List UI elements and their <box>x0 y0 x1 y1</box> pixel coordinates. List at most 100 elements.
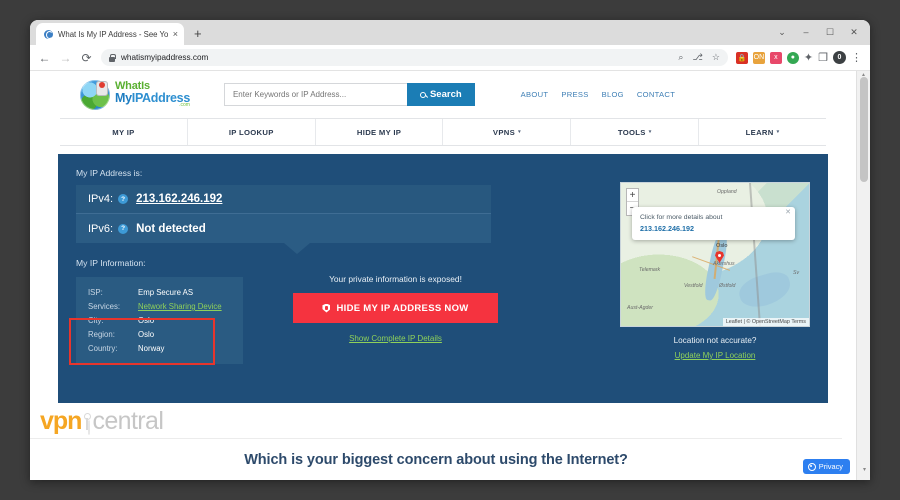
zoom-icon[interactable]: ⌕ <box>678 52 683 63</box>
info-value: Norway <box>138 344 165 353</box>
search-button[interactable]: Search <box>406 83 475 106</box>
page-viewport: WhatIs MyIPAddress .com Search AB <box>30 71 870 480</box>
location-note: Location not accurate? Update My IP Loca… <box>620 336 810 363</box>
cta-column: Your private information is exposed! HID… <box>293 274 498 346</box>
new-tab-button[interactable]: + <box>194 26 202 41</box>
ipv4-value[interactable]: 213.162.246.192 <box>136 193 222 205</box>
bottom-section: Which is your biggest concern about usin… <box>30 438 842 480</box>
nav-label: MY IP <box>112 127 135 137</box>
top-link-blog[interactable]: BLOG <box>602 90 624 99</box>
bookmark-star-icon[interactable]: ☆ <box>712 52 720 63</box>
hide-my-ip-label: HIDE MY IP ADDRESS NOW <box>336 302 469 314</box>
ip-information-box: ISP: Emp Secure AS Services: Network Sha… <box>69 277 243 365</box>
extension-icon-red[interactable]: 🔒 <box>735 51 748 64</box>
show-complete-ip-details-link[interactable]: Show Complete IP Details <box>349 334 442 343</box>
update-location-link[interactable]: Update My IP Location <box>675 351 756 360</box>
chevron-down-icon[interactable]: ⌄ <box>770 23 794 41</box>
omnibox-icons: ⌕ ⎇ ☆ <box>678 52 720 63</box>
info-row-city: City: Oslo <box>88 314 231 328</box>
address-bar[interactable]: whatismyipaddress.com ⌕ ⎇ ☆ <box>101 49 728 66</box>
location-map[interactable]: + − Oppland Oslo Akershus Telemark Vestf… <box>620 182 810 327</box>
chevron-down-icon: ▾ <box>776 129 780 135</box>
browser-tab[interactable]: What Is My IP Address - See You... × <box>36 23 184 45</box>
maximize-button[interactable]: ☐ <box>818 23 842 41</box>
lock-icon <box>109 53 116 62</box>
browser-window: What Is My IP Address - See You... × + ⌄… <box>30 20 870 480</box>
top-link-contact[interactable]: CONTACT <box>637 90 675 99</box>
close-popup-icon[interactable]: ✕ <box>785 208 791 216</box>
privacy-badge[interactable]: Privacy <box>802 459 850 474</box>
extension-icon-pink[interactable]: x <box>769 51 782 64</box>
info-key: Services: <box>88 302 121 311</box>
extension-icon-green[interactable]: ● <box>786 51 799 64</box>
info-value: Emp Secure AS <box>138 288 194 297</box>
speech-bubble-notch <box>284 243 310 254</box>
info-key: Region: <box>88 330 115 339</box>
profile-avatar[interactable]: 0 <box>833 51 846 64</box>
share-icon[interactable]: ⎇ <box>692 52 702 63</box>
info-value: Oslo <box>138 330 155 339</box>
top-link-press[interactable]: PRESS <box>561 90 588 99</box>
search-input[interactable] <box>223 83 407 106</box>
nav-label: IP LOOKUP <box>228 127 274 137</box>
info-value-link[interactable]: Network Sharing Device <box>138 300 222 314</box>
top-link-about[interactable]: ABOUT <box>521 90 549 99</box>
map-popup: ✕ Click for more details about 213.162.2… <box>632 207 795 240</box>
site-search: Search <box>223 83 475 106</box>
privacy-caret-icon[interactable]: ▾ <box>863 466 866 473</box>
info-row-isp: ISP: Emp Secure AS <box>88 286 231 300</box>
ipv6-value: Not detected <box>136 222 206 235</box>
forward-icon[interactable]: → <box>59 51 72 65</box>
nav-item-hide-my-ip[interactable]: HIDE MY IP <box>316 119 444 145</box>
map-location-marker[interactable] <box>715 251 724 263</box>
ipv6-label: IPv6: <box>88 222 114 235</box>
puzzle-piece-icon[interactable]: ✦ <box>804 51 813 64</box>
map-section: + − Oppland Oslo Akershus Telemark Vestf… <box>620 182 810 363</box>
close-tab-icon[interactable]: × <box>173 29 178 39</box>
back-icon[interactable]: ← <box>38 51 51 65</box>
nav-item-ip-lookup[interactable]: IP LOOKUP <box>188 119 316 145</box>
map-label: Aust-Agder <box>627 305 653 311</box>
popup-line-1: Click for more details about <box>640 214 723 221</box>
site-logo[interactable]: WhatIs MyIPAddress .com <box>80 79 190 110</box>
popup-ip-address[interactable]: 213.162.246.192 <box>640 224 787 233</box>
scrollbar-thumb[interactable] <box>860 77 868 182</box>
browser-menu-icon[interactable]: ⋮ <box>851 51 862 64</box>
nav-item-vpns[interactable]: VPNS ▾ <box>443 119 572 145</box>
info-key: Country: <box>88 344 118 353</box>
desktop-background: What Is My IP Address - See You... × + ⌄… <box>0 0 900 500</box>
info-row-region: Region: Oslo <box>88 328 231 342</box>
help-icon[interactable]: ? <box>118 194 129 204</box>
nav-item-my-ip[interactable]: MY IP <box>60 119 188 145</box>
gear-icon <box>807 462 816 471</box>
extension-icons: 🔒 ON x ● ✦ ❐ 0 ⋮ <box>735 51 862 64</box>
side-panel-icon[interactable]: ❐ <box>818 51 828 64</box>
url-text: whatismyipaddress.com <box>121 53 209 62</box>
info-row-country: Country: Norway <box>88 342 231 356</box>
minimize-button[interactable]: – <box>794 23 818 41</box>
info-key: ISP: <box>88 288 103 297</box>
browser-toolbar: ← → ⟳ whatismyipaddress.com ⌕ ⎇ ☆ 🔒 ON x… <box>30 45 870 71</box>
chevron-down-icon: ▾ <box>648 129 652 135</box>
close-window-button[interactable]: ✕ <box>842 23 866 41</box>
ipv6-row: IPv6: ? Not detected <box>76 214 491 243</box>
hide-my-ip-button[interactable]: HIDE MY IP ADDRESS NOW <box>293 293 498 323</box>
browser-tab-strip: What Is My IP Address - See You... × + ⌄… <box>30 20 870 45</box>
location-not-accurate-text: Location not accurate? <box>673 336 757 345</box>
zoom-in-button[interactable]: + <box>627 189 638 202</box>
info-value: Oslo <box>138 316 155 325</box>
nav-item-tools[interactable]: TOOLS ▾ <box>571 119 700 145</box>
main-navigation: MY IP IP LOOKUP HIDE MY IP VPNS ▾ TOOLS <box>60 118 826 146</box>
help-icon[interactable]: ? <box>118 223 129 234</box>
window-controls: ⌄ – ☐ ✕ <box>770 22 866 42</box>
ip-hero-panel: My IP Address is: IPv4: ? 213.162.246.19… <box>58 154 828 403</box>
extension-icon-orange[interactable]: ON <box>752 51 765 64</box>
nav-item-learn[interactable]: LEARN ▾ <box>699 119 826 145</box>
nav-label: LEARN <box>745 127 774 137</box>
privacy-label: Privacy <box>818 462 843 471</box>
reload-icon[interactable]: ⟳ <box>80 51 93 65</box>
page-scrollbar[interactable]: ▲ <box>856 71 870 480</box>
poll-question: Which is your biggest concern about usin… <box>244 451 628 468</box>
map-label: Østfold <box>719 283 736 289</box>
shield-icon <box>322 303 331 313</box>
